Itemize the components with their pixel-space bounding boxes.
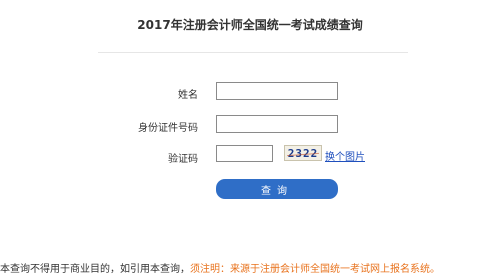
name-label: 姓名 — [178, 90, 198, 101]
captcha-label: 验证码 — [168, 154, 198, 165]
footer-warning-text: 须注明：来源于注册会计师全国统一考试网上报名系统。 — [190, 264, 440, 275]
captcha-input[interactable] — [216, 145, 273, 162]
name-input[interactable] — [216, 82, 338, 100]
swap-image-link[interactable]: 换个图片 — [325, 148, 365, 163]
footer-notice-text: 本查询不得用于商业目的，如引用本查询， — [0, 264, 190, 275]
title-divider — [98, 52, 408, 53]
captcha-image[interactable]: 2322 — [284, 145, 322, 161]
id-number-label: 身份证件号码 — [138, 123, 198, 134]
page-title: 2017年注册会计师全国统一考试成绩查询 — [137, 18, 363, 32]
footer-notice: 本查询不得用于商业目的，如引用本查询，须注明：来源于注册会计师全国统一考试网上报… — [0, 260, 500, 275]
query-button-label: 查询 — [261, 185, 293, 197]
query-button[interactable]: 查询 — [216, 179, 338, 199]
captcha-text: 2322 — [287, 146, 319, 160]
id-number-input[interactable] — [216, 115, 338, 133]
